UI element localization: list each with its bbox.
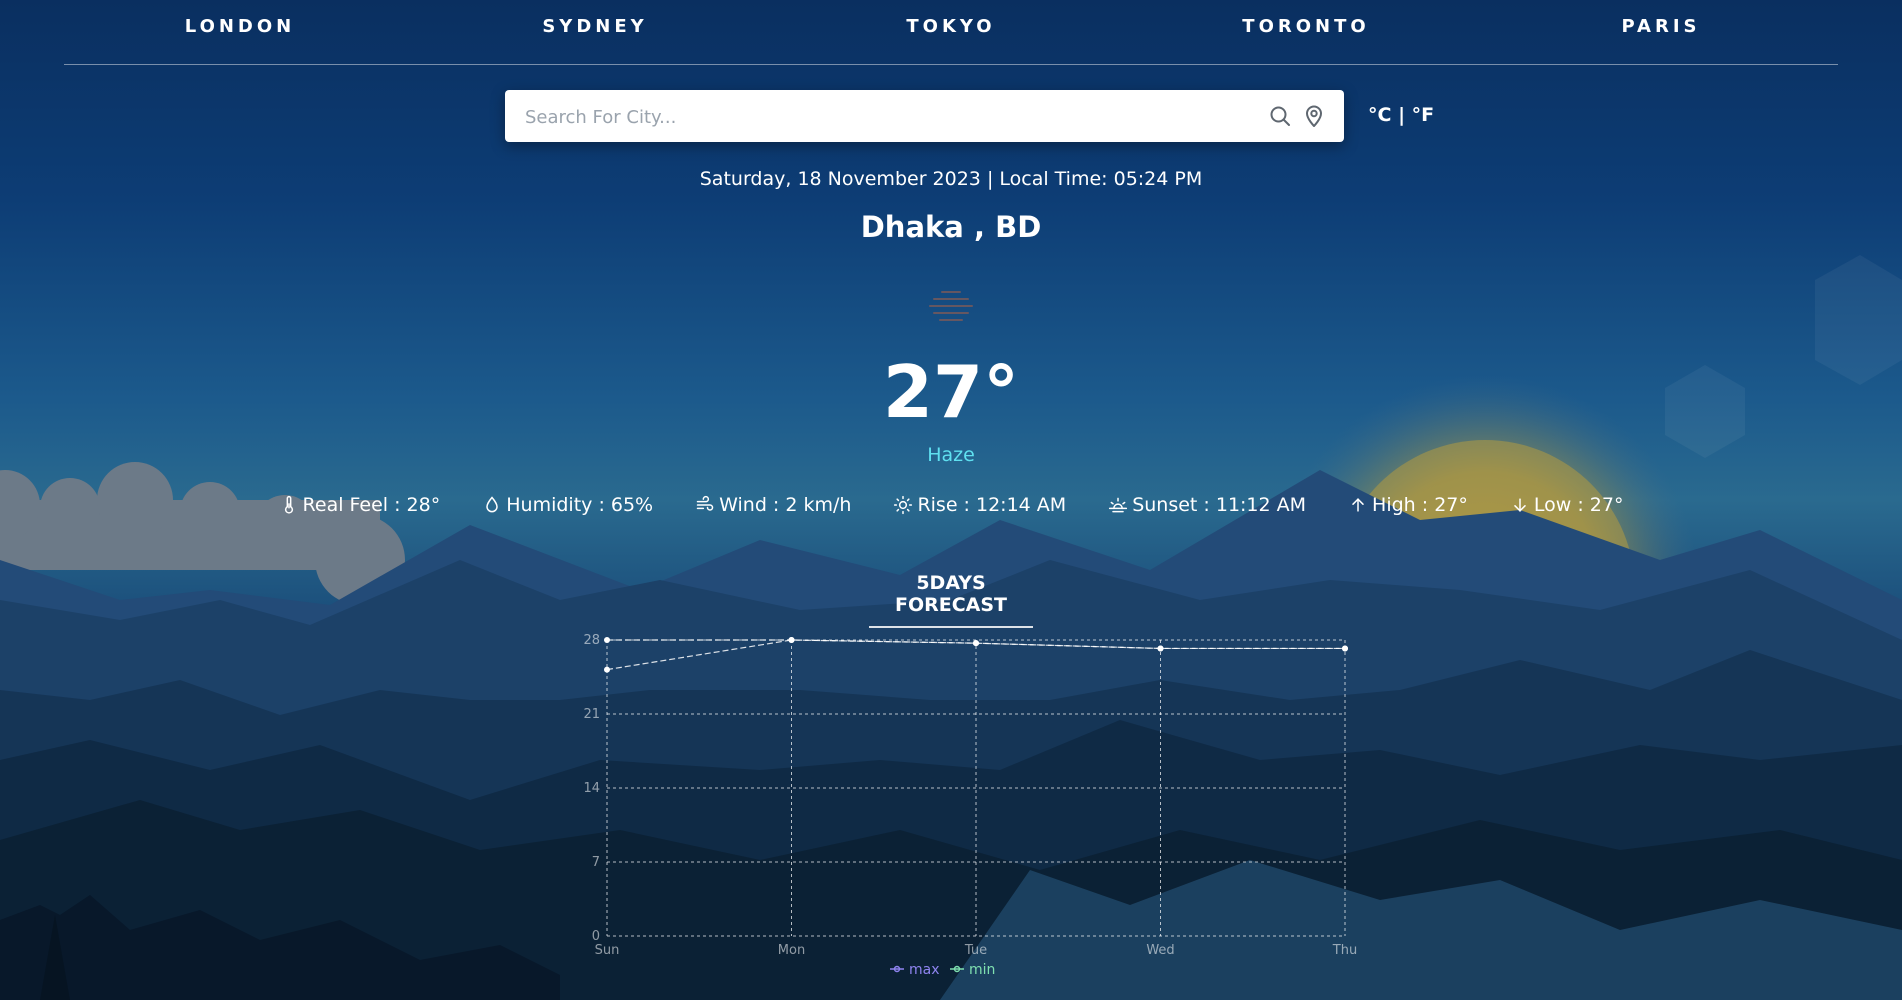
- search-icon[interactable]: [1268, 104, 1292, 128]
- detail-high-text: High : 27°: [1372, 494, 1468, 516]
- y-tick-label: 0: [592, 929, 600, 944]
- y-tick-label: 28: [583, 633, 600, 648]
- sunrise-icon: [894, 495, 913, 515]
- nav-city-tokyo[interactable]: TOKYO: [861, 16, 1041, 37]
- search-input[interactable]: [523, 102, 1257, 132]
- local-datetime: Saturday, 18 November 2023 | Local Time:…: [699, 168, 1203, 190]
- y-tick-label: 21: [583, 707, 600, 722]
- city-name: Dhaka , BD: [860, 210, 1042, 244]
- detail-real-feel: Real Feel : 28°: [279, 494, 441, 516]
- location-pin-icon[interactable]: [1302, 104, 1326, 128]
- detail-high: High : 27°: [1348, 494, 1468, 516]
- data-point-max: [604, 637, 610, 643]
- data-point-min: [1342, 645, 1348, 652]
- unit-separator: |: [1391, 104, 1412, 126]
- weather-details: Real Feel : 28° Humidity : 65% Wind : 2 …: [0, 494, 1902, 516]
- current-temperature: 27°: [882, 350, 1020, 434]
- sunset-icon: [1109, 497, 1128, 513]
- forecast-title: 5DAYS FORECAST: [0, 572, 1902, 628]
- x-tick-label: Thu: [1332, 943, 1357, 958]
- x-tick-label: Sun: [595, 943, 620, 958]
- forecast-title-text: 5DAYS FORECAST: [869, 572, 1033, 628]
- wind-icon: [696, 495, 714, 511]
- nav-city-toronto[interactable]: TORONTO: [1216, 16, 1396, 37]
- droplet-icon: [486, 496, 499, 513]
- legend-label-max: max: [909, 962, 940, 978]
- detail-real-feel-text: Real Feel : 28°: [302, 494, 441, 516]
- forecast-chart: 0 7 14 21 28 Sun Mon Tue Wed Thu max min: [583, 633, 1357, 978]
- legend-label-min: min: [969, 962, 995, 978]
- detail-sunset: Sunset : 11:12 AM: [1108, 494, 1306, 516]
- detail-sunrise-text: Rise : 12:14 AM: [917, 494, 1067, 516]
- thermometer-icon: [284, 495, 293, 514]
- detail-low: Low : 27°: [1510, 494, 1624, 516]
- unit-toggle: °C | °F: [1368, 104, 1434, 126]
- y-tick-label: 7: [592, 855, 600, 870]
- weather-condition: Haze: [927, 444, 975, 466]
- detail-humidity-text: Humidity : 65%: [506, 494, 654, 516]
- detail-wind: Wind : 2 km/h: [695, 494, 851, 516]
- search-bar: [505, 90, 1344, 142]
- arrow-up-icon: [1352, 498, 1364, 512]
- detail-sunset-text: Sunset : 11:12 AM: [1132, 494, 1307, 516]
- y-tick-label: 14: [583, 781, 600, 796]
- detail-sunrise: Rise : 12:14 AM: [893, 494, 1066, 516]
- detail-humidity: Humidity : 65%: [482, 494, 653, 516]
- city-nav: LONDON SYDNEY TOKYO TORONTO PARIS: [64, 0, 1838, 65]
- data-point-min: [1157, 645, 1164, 652]
- haze-icon: [929, 291, 973, 321]
- data-point-min: [604, 666, 610, 673]
- nav-city-london[interactable]: LONDON: [150, 16, 330, 37]
- x-tick-label: Tue: [964, 943, 987, 958]
- nav-city-sydney[interactable]: SYDNEY: [505, 16, 685, 37]
- detail-low-text: Low : 27°: [1533, 494, 1624, 516]
- nav-city-paris[interactable]: PARIS: [1571, 16, 1751, 37]
- data-point-min: [973, 640, 979, 647]
- x-tick-label: Wed: [1146, 943, 1174, 958]
- x-tick-label: Mon: [778, 943, 805, 958]
- data-point-min: [788, 637, 795, 643]
- detail-wind-text: Wind : 2 km/h: [719, 494, 852, 516]
- celsius-button[interactable]: °C: [1368, 104, 1391, 126]
- fahrenheit-button[interactable]: °F: [1412, 104, 1434, 126]
- arrow-down-icon: [1514, 498, 1526, 512]
